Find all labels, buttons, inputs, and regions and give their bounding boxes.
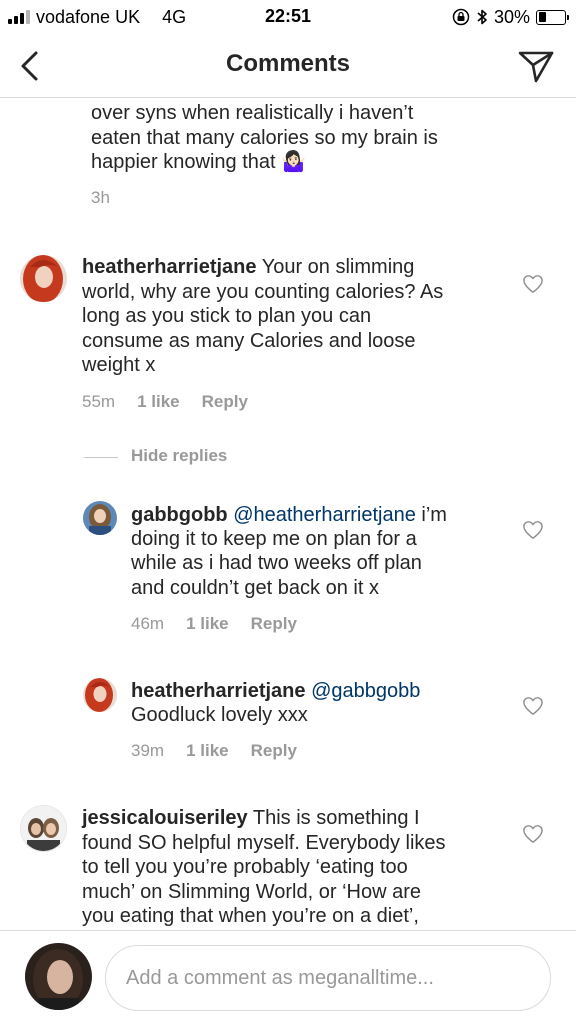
avatar[interactable]	[83, 678, 117, 712]
bluetooth-icon	[477, 9, 487, 25]
comment-text-line: jessicalouiseriley This is something I	[82, 806, 420, 831]
page-title: Comments	[225, 50, 351, 77]
comment-meta: 39m 1 like Reply	[131, 741, 297, 761]
like-heart-icon[interactable]	[522, 274, 544, 294]
comment-text-line: eaten that many calories so my brain is	[91, 127, 438, 149]
comment-text-line: much’ on Slimming World, or ‘How are	[82, 881, 421, 903]
avatar-image	[83, 678, 117, 712]
comment-meta: 46m 1 like Reply	[131, 614, 297, 634]
comment-text: Your on slimming	[261, 256, 415, 278]
comment-text-line: doing it to keep me on plan for a	[131, 528, 417, 550]
comment-box[interactable]	[105, 945, 551, 1011]
likes-count[interactable]: 1 like	[137, 392, 180, 412]
comment-text-line: over syns when realistically i haven’t	[91, 102, 414, 124]
like-heart-icon[interactable]	[522, 824, 544, 844]
battery-icon	[536, 9, 569, 25]
comment-text-line: gabbgobb @heatherharrietjane i’m	[131, 503, 447, 528]
comment-text-line: you eating that when you’re on a diet’,	[82, 905, 419, 927]
avatar[interactable]	[20, 805, 67, 852]
comment-text-line: happier knowing that 🤷🏻‍♀️	[91, 151, 307, 173]
comment-text: This is something I	[252, 807, 420, 829]
battery-fill	[538, 12, 546, 22]
mention-link[interactable]: @gabbgobb	[311, 680, 420, 702]
comment-text: i’m	[421, 504, 447, 526]
comment-composer	[0, 931, 576, 1024]
comment-text-line: while as i had two weeks off plan	[131, 552, 422, 574]
comment-text-line: long as you stick to plan you can	[82, 305, 372, 327]
comments-list[interactable]: over syns when realistically i haven’t e…	[0, 98, 576, 930]
likes-count[interactable]: 1 like	[186, 614, 229, 634]
avatar-image	[25, 943, 92, 1010]
comment-meta: 55m 1 like Reply	[82, 392, 248, 412]
comment-meta: 3h	[91, 188, 110, 208]
comment-time: 3h	[91, 188, 110, 207]
mention-link[interactable]: @heatherharrietjane	[233, 504, 416, 526]
comment-username[interactable]: jessicalouiseriley	[82, 807, 248, 829]
comment-time: 39m	[131, 741, 165, 760]
comment-time: 55m	[82, 392, 116, 411]
avatar-image	[20, 255, 67, 302]
likes-count[interactable]: 1 like	[186, 741, 229, 761]
comment-text-line: world, why are you counting calories? As	[82, 281, 444, 303]
comment-text-line: Goodluck lovely xxx	[131, 704, 308, 726]
avatar-image	[21, 806, 66, 851]
battery-percent: 30%	[493, 6, 530, 27]
comment-text-line: and couldn’t get back on it x	[131, 577, 379, 599]
comment-text-line: found SO helpful myself. Everybody likes	[82, 832, 446, 854]
comment-text-line: heatherharrietjane Your on slimming	[82, 255, 414, 280]
avatar[interactable]	[83, 501, 117, 535]
hide-replies-button[interactable]: Hide replies	[131, 446, 227, 466]
comment-input[interactable]	[126, 946, 526, 1010]
header: Comments	[0, 34, 576, 98]
current-user-avatar[interactable]	[25, 943, 92, 1010]
comment-text-line: consume as many Calories and loose	[82, 330, 416, 352]
like-heart-icon[interactable]	[522, 520, 544, 540]
avatar-image	[83, 501, 117, 535]
comment-username[interactable]: gabbgobb	[131, 504, 228, 526]
status-right: 30%	[452, 6, 569, 28]
like-heart-icon[interactable]	[522, 696, 544, 716]
reply-button[interactable]: Reply	[251, 741, 297, 761]
comment-text-line: weight x	[82, 354, 156, 376]
reply-button[interactable]: Reply	[251, 614, 297, 634]
comment-text-line: heatherharrietjane @gabbgobb	[131, 679, 420, 704]
share-button[interactable]	[516, 48, 556, 84]
reply-button[interactable]: Reply	[202, 392, 248, 412]
avatar[interactable]	[20, 255, 67, 302]
paper-plane-icon	[518, 51, 554, 83]
comment-username[interactable]: heatherharrietjane	[131, 680, 306, 702]
status-bar: vodafone UK 4G 22:51 30%	[0, 0, 576, 34]
replies-divider	[84, 457, 118, 458]
comment-username[interactable]: heatherharrietjane	[82, 256, 257, 278]
comment-time: 46m	[131, 614, 165, 633]
orientation-lock-icon	[452, 8, 470, 26]
comment-text-line: to tell you you’re probably ‘eating too	[82, 856, 408, 878]
